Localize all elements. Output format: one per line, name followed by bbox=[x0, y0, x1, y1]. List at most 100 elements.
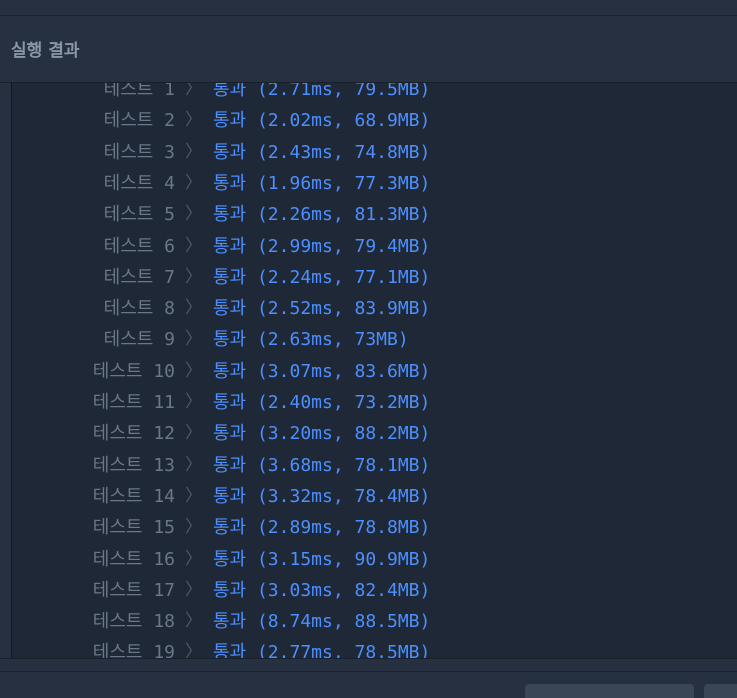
footer-button[interactable] bbox=[704, 684, 737, 698]
result-detail: (2.26ms, 81.3MB) bbox=[256, 204, 431, 226]
result-row: 테스트 14 〉 통과 (3.32ms, 78.4MB) bbox=[12, 481, 737, 512]
test-label: 테스트 2 bbox=[103, 110, 175, 132]
chevron-right-icon: 〉 bbox=[185, 485, 202, 506]
pass-status: 통과 bbox=[213, 548, 247, 570]
result-row: 테스트 15 〉 통과 (2.89ms, 78.8MB) bbox=[12, 512, 737, 543]
pass-status: 통과 bbox=[213, 392, 247, 413]
test-label: 테스트 17 bbox=[92, 579, 175, 601]
test-label: 테스트 11 bbox=[92, 392, 175, 413]
pass-status: 통과 bbox=[213, 329, 247, 351]
results-header: 실행 결과 bbox=[0, 16, 737, 83]
pass-status: 통과 bbox=[213, 172, 247, 194]
result-row: 테스트 7 〉 통과 (2.24ms, 77.1MB) bbox=[12, 262, 737, 293]
test-label: 테스트 7 bbox=[103, 266, 175, 288]
result-detail: (1.96ms, 77.3MB) bbox=[256, 172, 431, 194]
test-result: 통과 (2.77ms, 78.5MB) bbox=[213, 637, 430, 658]
test-label: 테스트 16 bbox=[92, 548, 175, 570]
result-row: 테스트 18 〉 통과 (8.74ms, 88.5MB) bbox=[12, 606, 737, 637]
chevron-right-icon: 〉 bbox=[185, 360, 202, 381]
result-detail: (3.03ms, 82.4MB) bbox=[256, 579, 431, 601]
chevron-right-icon: 〉 bbox=[185, 329, 202, 350]
result-row: 테스트 16 〉 통과 (3.15ms, 90.9MB) bbox=[12, 544, 737, 575]
test-label: 테스트 15 bbox=[92, 517, 175, 539]
pass-status: 통과 bbox=[213, 485, 247, 507]
test-result: 통과 (2.89ms, 78.8MB) bbox=[213, 512, 430, 543]
test-label: 테스트 10 bbox=[92, 360, 175, 382]
test-result: 통과 (2.24ms, 77.1MB) bbox=[213, 262, 430, 293]
result-detail: (2.02ms, 68.9MB) bbox=[256, 110, 431, 132]
test-result: 통과 (2.26ms, 81.3MB) bbox=[213, 199, 430, 230]
pass-status: 통과 bbox=[213, 141, 247, 163]
chevron-right-icon: 〉 bbox=[185, 172, 202, 193]
chevron-right-icon: 〉 bbox=[185, 611, 202, 632]
test-label: 테스트 19 bbox=[92, 642, 175, 658]
test-result: 통과 (8.74ms, 88.5MB) bbox=[213, 606, 430, 637]
chevron-right-icon: 〉 bbox=[185, 83, 202, 99]
chevron-right-icon: 〉 bbox=[185, 642, 202, 658]
test-label: 테스트 4 bbox=[103, 172, 175, 194]
result-detail: (3.20ms, 88.2MB) bbox=[256, 423, 431, 445]
test-result: 통과 (2.71ms, 79.5MB) bbox=[213, 83, 430, 105]
result-row: 테스트 8 〉 통과 (2.52ms, 83.9MB) bbox=[12, 293, 737, 324]
test-label: 테스트 1 bbox=[103, 83, 175, 100]
chevron-right-icon: 〉 bbox=[185, 266, 202, 287]
chevron-right-icon: 〉 bbox=[185, 235, 202, 256]
result-row: 테스트 5 〉 통과 (2.26ms, 81.3MB) bbox=[12, 199, 737, 230]
results-title: 실행 결과 bbox=[11, 41, 80, 61]
chevron-right-icon: 〉 bbox=[185, 423, 202, 444]
test-result: 통과 (2.02ms, 68.9MB) bbox=[213, 105, 430, 136]
result-row: 테스트 6 〉 통과 (2.99ms, 79.4MB) bbox=[12, 231, 737, 262]
result-detail: (2.71ms, 79.5MB) bbox=[256, 83, 431, 100]
test-label: 테스트 8 bbox=[103, 298, 175, 320]
chevron-right-icon: 〉 bbox=[185, 141, 202, 162]
chevron-right-icon: 〉 bbox=[185, 110, 202, 131]
pass-status: 통과 bbox=[213, 423, 247, 445]
test-result: 통과 (2.40ms, 73.2MB) bbox=[213, 387, 430, 418]
test-result: 통과 (3.03ms, 82.4MB) bbox=[213, 575, 430, 606]
result-detail: (2.43ms, 74.8MB) bbox=[256, 141, 431, 163]
pass-status: 통과 bbox=[213, 83, 247, 100]
pass-status: 통과 bbox=[213, 266, 247, 288]
result-row: 테스트 12 〉 통과 (3.20ms, 88.2MB) bbox=[12, 418, 737, 449]
chevron-right-icon: 〉 bbox=[185, 298, 202, 319]
pass-status: 통과 bbox=[213, 579, 247, 601]
result-row: 테스트 10 〉 통과 (3.07ms, 83.6MB) bbox=[12, 356, 737, 387]
test-label: 테스트 9 bbox=[103, 329, 175, 351]
result-row: 테스트 2 〉 통과 (2.02ms, 68.9MB) bbox=[12, 105, 737, 136]
pass-status: 통과 bbox=[213, 517, 247, 539]
test-result: 통과 (3.68ms, 78.1MB) bbox=[213, 450, 430, 481]
results-panel[interactable]: 테스트 1 〉 통과 (2.71ms, 79.5MB) 테스트 2 〉 통과 (2.02m… bbox=[11, 83, 737, 658]
test-result: 통과 (2.99ms, 79.4MB) bbox=[213, 231, 430, 262]
test-result: 통과 (2.43ms, 74.8MB) bbox=[213, 137, 430, 168]
pass-status: 통과 bbox=[213, 360, 247, 382]
pass-status: 통과 bbox=[213, 642, 247, 658]
result-row: 테스트 3 〉 통과 (2.43ms, 74.8MB) bbox=[12, 137, 737, 168]
result-detail: (3.15ms, 90.9MB) bbox=[256, 548, 431, 570]
chevron-right-icon: 〉 bbox=[185, 204, 202, 225]
chevron-right-icon: 〉 bbox=[185, 517, 202, 538]
test-result: 통과 (3.32ms, 78.4MB) bbox=[213, 481, 430, 512]
footer-button[interactable] bbox=[525, 684, 694, 698]
result-detail: (2.24ms, 77.1MB) bbox=[256, 266, 431, 288]
result-detail: (2.77ms, 78.5MB) bbox=[256, 642, 431, 658]
top-bar bbox=[0, 0, 737, 16]
footer-divider bbox=[0, 671, 737, 672]
result-detail: (3.07ms, 83.6MB) bbox=[256, 360, 431, 382]
pass-status: 통과 bbox=[213, 204, 247, 226]
test-result: 통과 (3.15ms, 90.9MB) bbox=[213, 544, 430, 575]
chevron-right-icon: 〉 bbox=[185, 579, 202, 600]
result-detail: (2.99ms, 79.4MB) bbox=[256, 235, 431, 257]
result-detail: (3.32ms, 78.4MB) bbox=[256, 485, 431, 507]
result-row: 테스트 17 〉 통과 (3.03ms, 82.4MB) bbox=[12, 575, 737, 606]
chevron-right-icon: 〉 bbox=[185, 392, 202, 412]
pass-status: 통과 bbox=[213, 110, 247, 132]
test-label: 테스트 5 bbox=[103, 204, 175, 226]
result-detail: (2.40ms, 73.2MB) bbox=[256, 392, 431, 413]
test-label: 테스트 14 bbox=[92, 485, 175, 507]
result-row: 테스트 1 〉 통과 (2.71ms, 79.5MB) bbox=[12, 83, 737, 105]
test-result: 통과 (3.07ms, 83.6MB) bbox=[213, 356, 430, 387]
pass-status: 통과 bbox=[213, 235, 247, 257]
result-row: 테스트 9 〉 통과 (2.63ms, 73MB) bbox=[12, 324, 737, 355]
footer-bar bbox=[0, 658, 737, 698]
result-detail: (2.89ms, 78.8MB) bbox=[256, 517, 431, 539]
